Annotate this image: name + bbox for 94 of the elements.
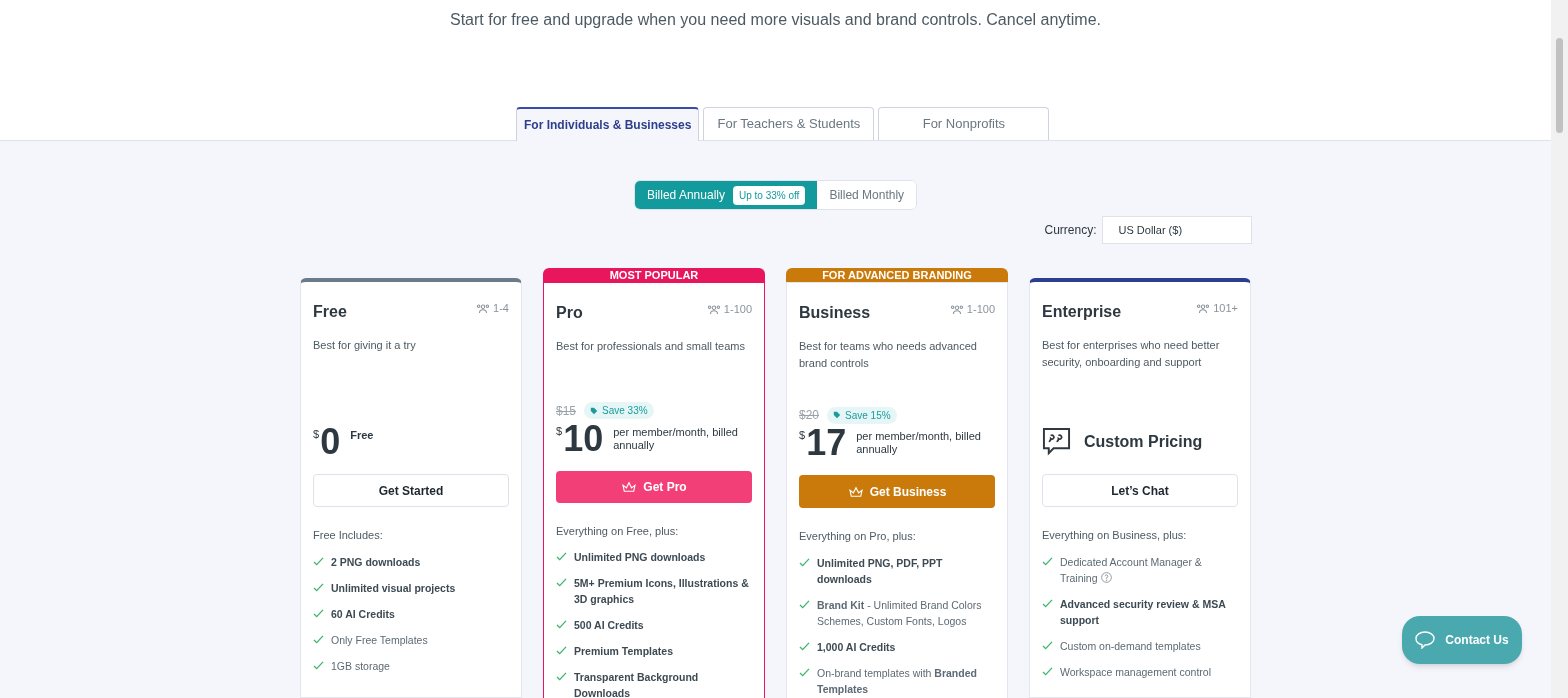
check-icon xyxy=(799,599,810,609)
help-icon xyxy=(1100,571,1112,583)
feature-text: 500 AI Credits xyxy=(574,618,644,633)
tag-icon xyxy=(833,411,842,419)
contact-us-button[interactable]: Contact Us xyxy=(1402,616,1522,664)
currency-symbol: $ xyxy=(799,428,806,443)
save-text: Save 15% xyxy=(845,408,891,423)
crown-icon xyxy=(621,480,638,493)
check-icon xyxy=(313,582,324,592)
feature-text: On-brand templates with Branded Templates xyxy=(817,665,978,697)
currency-label: Currency: xyxy=(1044,222,1097,239)
billing-toggle-option[interactable]: Billed Annually Up to 33% off xyxy=(634,181,818,209)
team-size: 1-100 xyxy=(723,302,752,317)
feature-text: 2 PNG downloads xyxy=(331,554,421,570)
feature-text: Premium Templates xyxy=(574,644,673,659)
feature-text: 60 AI Credits xyxy=(331,606,395,622)
check-icon xyxy=(313,634,324,644)
price-amount: 0 xyxy=(320,425,341,459)
plan-name: Pro xyxy=(556,303,583,323)
check-icon xyxy=(1042,598,1053,608)
currency-symbol: $ xyxy=(313,427,320,442)
feature-text: Advanced security review & MSA support xyxy=(1060,596,1227,628)
feature-text: Workspace management control xyxy=(1060,664,1211,680)
tab[interactable]: For Individuals & Businesses xyxy=(516,107,700,141)
feature-text: Custom on-demand templates xyxy=(1060,638,1201,654)
feature-text: Unlimited PNG, PDF, PPT downloads xyxy=(817,555,944,587)
old-price: $20 xyxy=(799,407,820,424)
includes-heading: Everything on Business, plus: xyxy=(1042,528,1188,543)
plan-button[interactable]: Let’s Chat xyxy=(1042,474,1238,507)
price-amount: 10 xyxy=(563,421,604,456)
includes-heading: Free Includes: xyxy=(313,528,384,543)
check-icon xyxy=(1042,556,1053,566)
price-amount: 17 xyxy=(806,426,847,460)
plan-description: Best for giving it a try xyxy=(313,338,417,353)
check-icon xyxy=(556,552,567,561)
check-icon xyxy=(556,578,567,587)
tab[interactable]: For Nonprofits xyxy=(878,107,1050,140)
team-icon xyxy=(706,303,721,315)
chat-bubble-icon xyxy=(1415,631,1436,649)
save-text: Save 33% xyxy=(602,404,648,419)
crown-icon xyxy=(847,485,864,498)
check-icon xyxy=(1042,666,1053,676)
subtitle: Start for free and upgrade when you need more visuals and brand controls. Cancel anytime. xyxy=(449,10,1101,30)
check-icon xyxy=(799,667,810,677)
discount-badge: Up to 33% off xyxy=(732,185,806,205)
plan-name: Free xyxy=(313,302,347,322)
team-size: 1-4 xyxy=(493,301,509,316)
check-icon xyxy=(1042,640,1053,650)
plan-name: Business xyxy=(799,303,871,323)
custom-pricing: Custom Pricing xyxy=(1084,431,1203,452)
feature-text: Only Free Templates xyxy=(331,632,428,648)
feature-text: Brand Kit - Unlimited Brand Colors Schemes, Custom Fonts, Logos xyxy=(817,597,983,629)
includes-heading: Everything on Pro, plus: xyxy=(799,529,917,544)
plan-description: Best for professionals and small teams xyxy=(556,339,746,354)
currency-symbol: $ xyxy=(556,423,563,439)
team-size: 1-100 xyxy=(966,302,995,317)
team-icon xyxy=(476,302,491,314)
price-note: per member/month, billed annually xyxy=(613,425,739,452)
feature-text: Dedicated Account Manager & Training xyxy=(1060,554,1203,586)
check-icon xyxy=(556,672,567,681)
price-note: per member/month, billed annually xyxy=(856,430,982,456)
quote-bubble-icon xyxy=(1042,427,1071,456)
check-icon xyxy=(799,641,810,651)
old-price: $15 xyxy=(556,402,577,420)
feature-text: 1,000 AI Credits xyxy=(817,639,896,655)
check-icon xyxy=(799,557,810,567)
price-note: Free xyxy=(350,429,374,442)
tab[interactable]: For Teachers & Students xyxy=(703,107,875,140)
team-size: 101+ xyxy=(1213,301,1238,316)
currency-select[interactable]: US Dollar ($) xyxy=(1101,216,1252,244)
plan-banner: MOST POPULAR xyxy=(543,268,765,282)
feature-text: Unlimited visual projects xyxy=(331,580,456,596)
check-icon xyxy=(313,660,324,670)
check-icon xyxy=(556,646,567,655)
feature-text: 5M+ Premium Icons, Illustrations & 3D graphics xyxy=(574,576,750,607)
team-icon xyxy=(949,303,964,315)
plan-banner: FOR ADVANCED BRANDING xyxy=(786,268,1008,282)
feature-text: Transparent Background Downloads xyxy=(574,670,700,698)
check-icon xyxy=(556,620,567,629)
plan-description: Best for enterprises who need better security, onboarding and support xyxy=(1042,338,1221,370)
plan-name: Enterprise xyxy=(1042,302,1122,322)
scrollbar-thumb[interactable] xyxy=(1556,38,1563,133)
check-icon xyxy=(313,608,324,618)
plan-button[interactable]: Get Pro xyxy=(556,470,752,503)
check-icon xyxy=(313,556,324,566)
scrollbar[interactable] xyxy=(1551,0,1568,698)
feature-text: Unlimited PNG downloads xyxy=(574,550,706,565)
team-icon xyxy=(1196,302,1211,314)
plan-button[interactable]: Get Business xyxy=(799,475,995,508)
feature-text: 1GB storage xyxy=(331,658,390,674)
tag-icon xyxy=(590,406,599,415)
includes-heading: Everything on Free, plus: xyxy=(556,523,680,539)
plan-button[interactable]: Get Started xyxy=(313,474,509,507)
plan-description: Best for teams who needs advanced brand controls xyxy=(799,339,978,371)
